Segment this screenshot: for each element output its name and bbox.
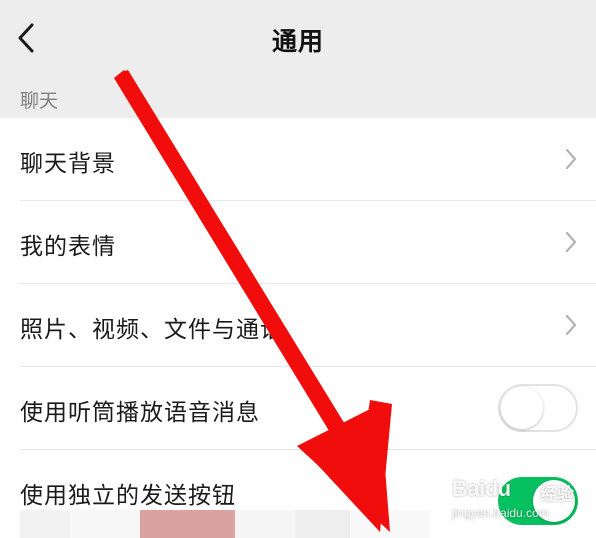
toggle-knob (533, 480, 575, 522)
settings-list: 聊天背景 我的表情 照片、视频、文件与通话 使用听筒播放语音消息 使用独立的发送… (0, 118, 596, 538)
row-chat-background[interactable]: 聊天背景 (0, 118, 596, 201)
row-earpiece-voice-playback: 使用听筒播放语音消息 (0, 367, 596, 450)
row-photos-videos-files-calls[interactable]: 照片、视频、文件与通话 (0, 284, 596, 367)
row-my-stickers[interactable]: 我的表情 (0, 201, 596, 284)
row-label: 使用听筒播放语音消息 (20, 400, 260, 426)
chevron-right-icon (565, 314, 577, 336)
chevron-right-icon (565, 148, 577, 170)
row-label: 使用独立的发送按钮 (20, 483, 236, 509)
chevron-right-icon (565, 231, 577, 253)
toggle-knob (501, 387, 543, 429)
earpiece-playback-toggle[interactable] (498, 384, 578, 432)
page-title: 通用 (271, 27, 324, 56)
nav-bar: 通用 (0, 0, 596, 76)
row-label: 照片、视频、文件与通话 (20, 317, 284, 343)
separate-send-button-toggle[interactable] (498, 477, 578, 525)
row-label: 我的表情 (20, 234, 116, 260)
redacted-strip (0, 510, 430, 538)
row-label: 聊天背景 (20, 151, 116, 177)
section-label-chat: 聊天 (20, 90, 59, 112)
